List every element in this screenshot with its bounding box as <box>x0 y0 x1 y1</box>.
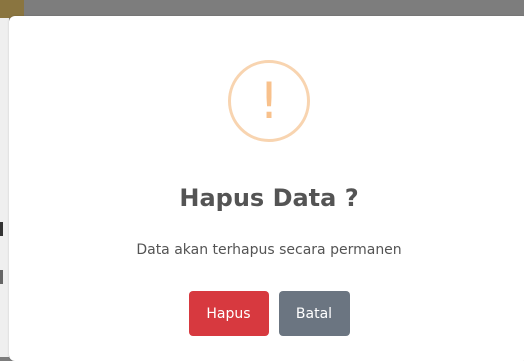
background-text-fragment <box>0 222 3 236</box>
dialog-title: Hapus Data ? <box>179 184 359 212</box>
dialog-message: Data akan terhapus secara permanen <box>136 242 402 258</box>
confirm-delete-button[interactable]: Hapus <box>188 291 269 336</box>
warning-icon: ! <box>228 60 310 142</box>
exclamation-icon: ! <box>258 72 280 130</box>
cancel-button[interactable]: Batal <box>278 291 350 336</box>
confirm-delete-dialog: ! Hapus Data ? Data akan terhapus secara… <box>9 16 524 361</box>
background-text-fragment <box>0 270 3 284</box>
background-page-edge <box>0 18 9 357</box>
dialog-actions: Hapus Batal <box>9 291 524 336</box>
